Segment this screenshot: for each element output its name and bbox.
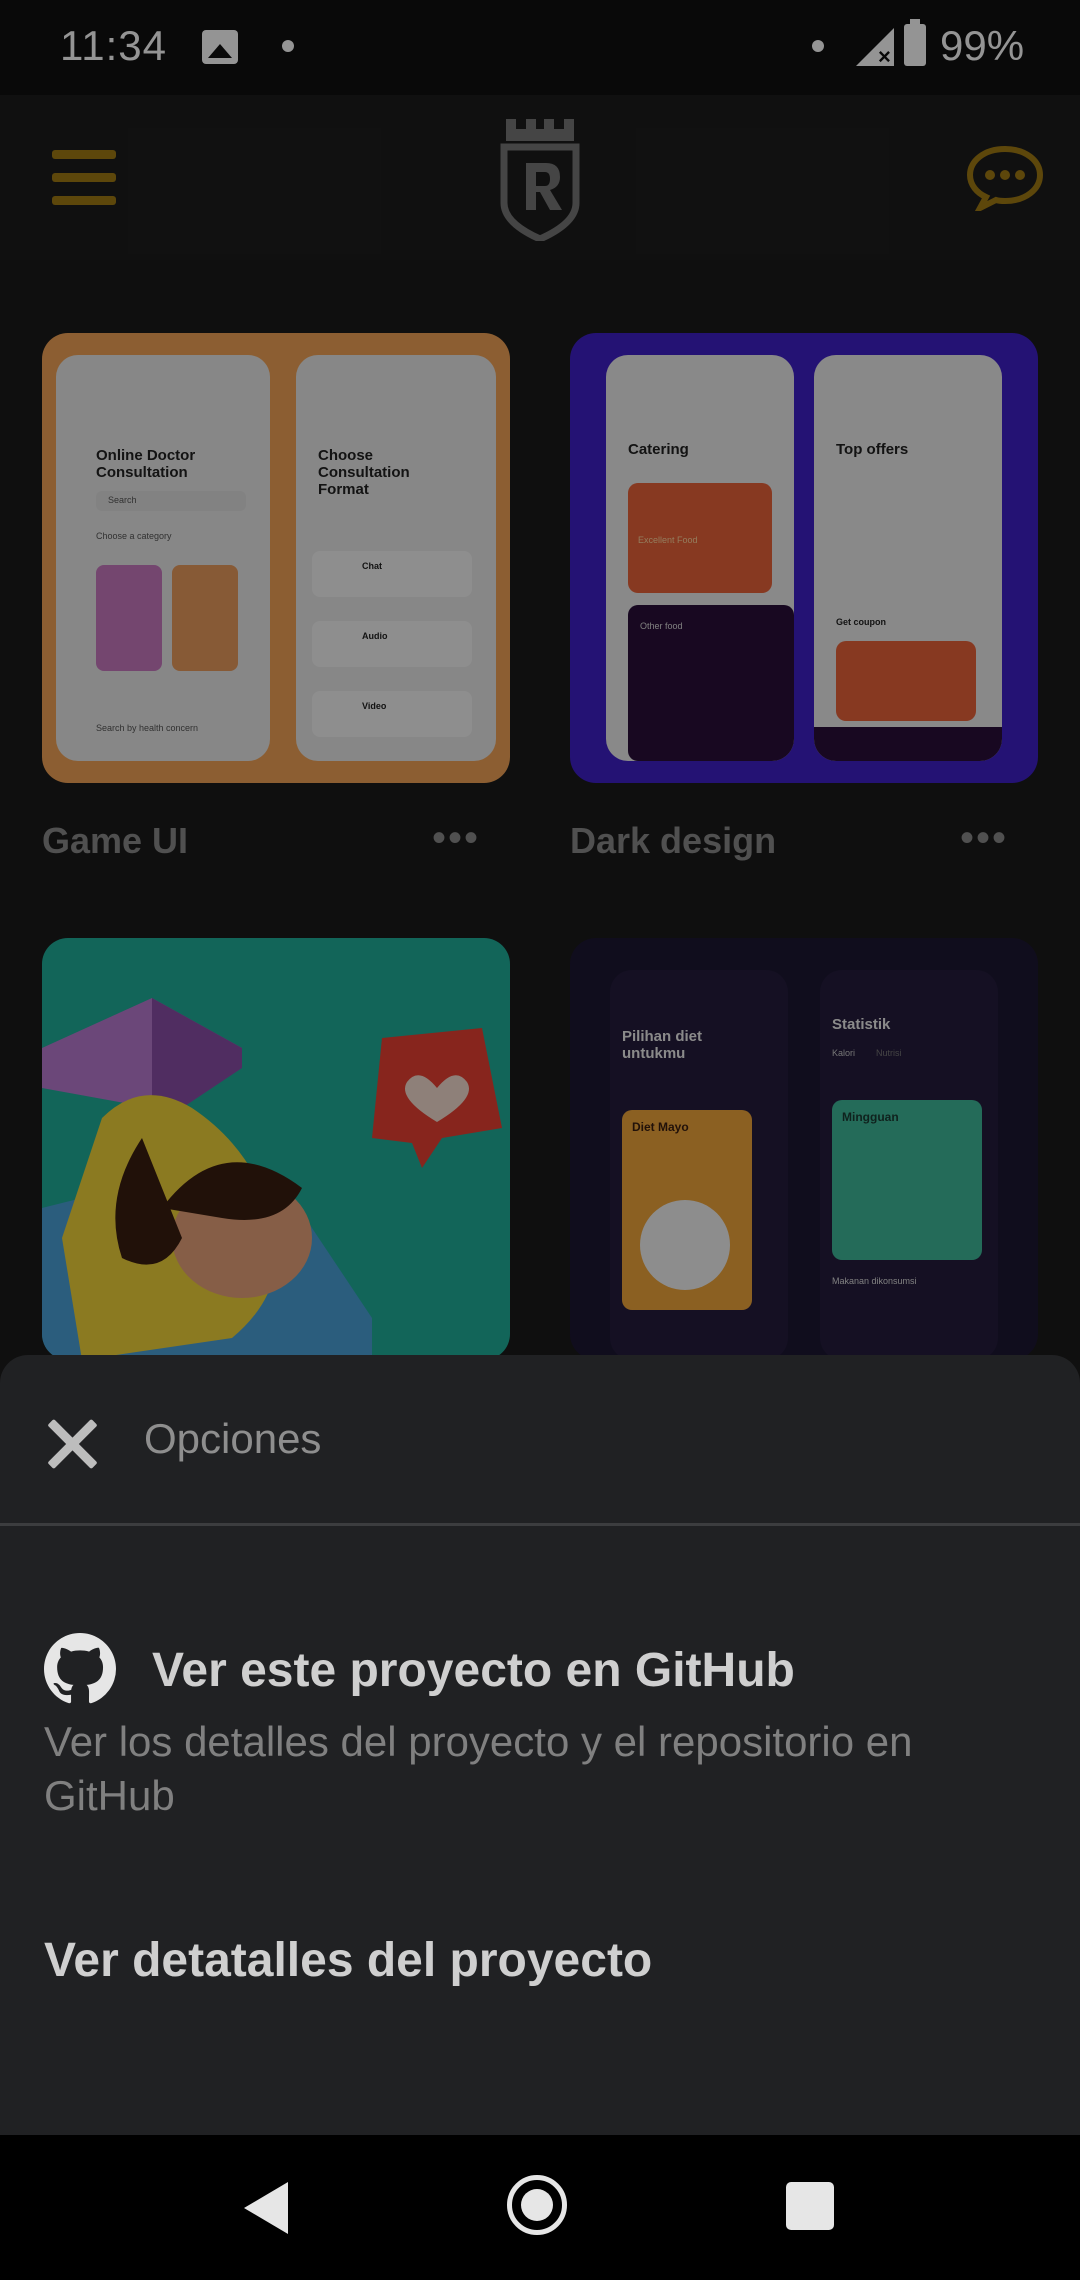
mock-title: Pilihan diet untukmu <box>622 1028 703 1062</box>
mock-option-label: Chat <box>362 561 382 571</box>
mock-search-text: Search <box>108 495 137 505</box>
battery-icon <box>904 19 926 66</box>
mock-tab: Nutrisi <box>876 1048 902 1058</box>
mock-screen: Online Doctor Consultation Search Choose… <box>56 355 270 761</box>
view-project-details-option[interactable]: Ver detatalles del proyecto <box>0 1895 1080 2015</box>
mock-title: Top offers <box>836 441 909 458</box>
mock-list-title: Other food <box>640 621 683 631</box>
home-circle-icon[interactable] <box>507 2175 567 2235</box>
mock-option <box>312 691 472 737</box>
mock-title: Choose Consultation Format <box>318 447 410 498</box>
no-signal-x-icon: × <box>878 44 891 69</box>
sheet-title: Opciones <box>144 1415 322 1462</box>
project-grid: Online Doctor Consultation Search Choose… <box>0 260 1080 1360</box>
more-options-icon[interactable]: ••• <box>960 816 1008 861</box>
back-triangle-icon[interactable] <box>244 2182 288 2234</box>
mock-chart-card <box>832 1100 982 1260</box>
mock-plate <box>640 1200 730 1290</box>
mock-category: Choose a category <box>96 531 172 541</box>
view-on-github-option[interactable]: Ver este proyecto en GitHub Ver los deta… <box>0 1605 1080 1845</box>
mock-screen: Statistik Kalori Nutrisi Mingguan Makana… <box>820 970 998 1360</box>
mock-section: Search by health concern <box>96 723 199 733</box>
recents-square-icon[interactable] <box>786 2182 834 2230</box>
mock-option <box>312 551 472 597</box>
notification-dot-icon <box>812 40 824 52</box>
more-options-icon[interactable]: ••• <box>432 816 480 861</box>
github-option-description: Ver los detalles del proyecto y el repos… <box>44 1718 913 1819</box>
photo-notification-icon <box>202 30 238 64</box>
options-bottom-sheet: Opciones Ver este proyecto en GitHub Ver… <box>0 1355 1080 2135</box>
project-card-diet-app[interactable]: Pilihan diet untukmu Diet Mayo Statistik… <box>570 938 1038 1360</box>
chat-bubble-icon[interactable] <box>966 145 1044 211</box>
notification-dot-icon <box>282 40 294 52</box>
mock-screen: Catering Excellent Food Other food <box>606 355 794 761</box>
mock-screen: Top offers Get coupon <box>814 355 1002 761</box>
status-bar: 11:34 × 99% <box>0 0 1080 95</box>
mock-option <box>312 621 472 667</box>
details-option-title: Ver detatalles del proyecto <box>44 1934 653 1987</box>
mock-screen: Pilihan diet untukmu Diet Mayo <box>610 970 788 1360</box>
sheet-header: Opciones <box>0 1355 1080 1525</box>
castle-shield-logo-icon[interactable] <box>500 115 580 241</box>
mock-coupon-card <box>836 641 976 721</box>
mock-tile <box>96 565 162 671</box>
project-card-game-ui[interactable]: Online Doctor Consultation Search Choose… <box>42 333 510 783</box>
project-caption: Dark design <box>570 820 777 861</box>
github-option-title: Ver este proyecto en GitHub <box>152 1644 795 1697</box>
screen: 11:34 × 99% Online Doctor Consultation S… <box>0 0 1080 2280</box>
mock-tile <box>172 565 238 671</box>
project-caption: Game UI <box>42 820 189 861</box>
close-icon[interactable] <box>44 1415 100 1471</box>
app-bar <box>0 95 1080 260</box>
project-card-illustration[interactable] <box>42 938 510 1360</box>
mock-title: Catering <box>628 441 689 458</box>
mock-diet-card-title: Diet Mayo <box>632 1120 689 1134</box>
mock-title: Statistik <box>832 1016 891 1033</box>
person-lying-with-phone-and-heart-illustration <box>42 998 502 1360</box>
mock-title: Online Doctor Consultation <box>96 447 196 481</box>
hamburger-icon[interactable] <box>52 150 116 206</box>
mock-coupon: Get coupon <box>836 617 886 627</box>
battery-percent: 99% <box>940 22 1025 69</box>
github-icon <box>44 1633 116 1704</box>
mock-option-label: Audio <box>362 631 388 641</box>
project-card-dark-design[interactable]: Catering Excellent Food Other food Top o… <box>570 333 1038 783</box>
status-time: 11:34 <box>60 22 167 69</box>
mock-chart-card-title: Mingguan <box>842 1110 899 1124</box>
divider <box>0 1523 1080 1526</box>
system-navigation-bar <box>0 2135 1080 2280</box>
mock-screen: Choose Consultation Format Chat Audio Vi… <box>296 355 496 761</box>
mock-option-label: Video <box>362 701 387 711</box>
mock-tab: Kalori <box>832 1048 856 1058</box>
mock-tabbar <box>814 727 1002 761</box>
mock-footer: Makanan dikonsumsi <box>832 1276 917 1286</box>
mock-badge: Excellent Food <box>638 535 698 545</box>
